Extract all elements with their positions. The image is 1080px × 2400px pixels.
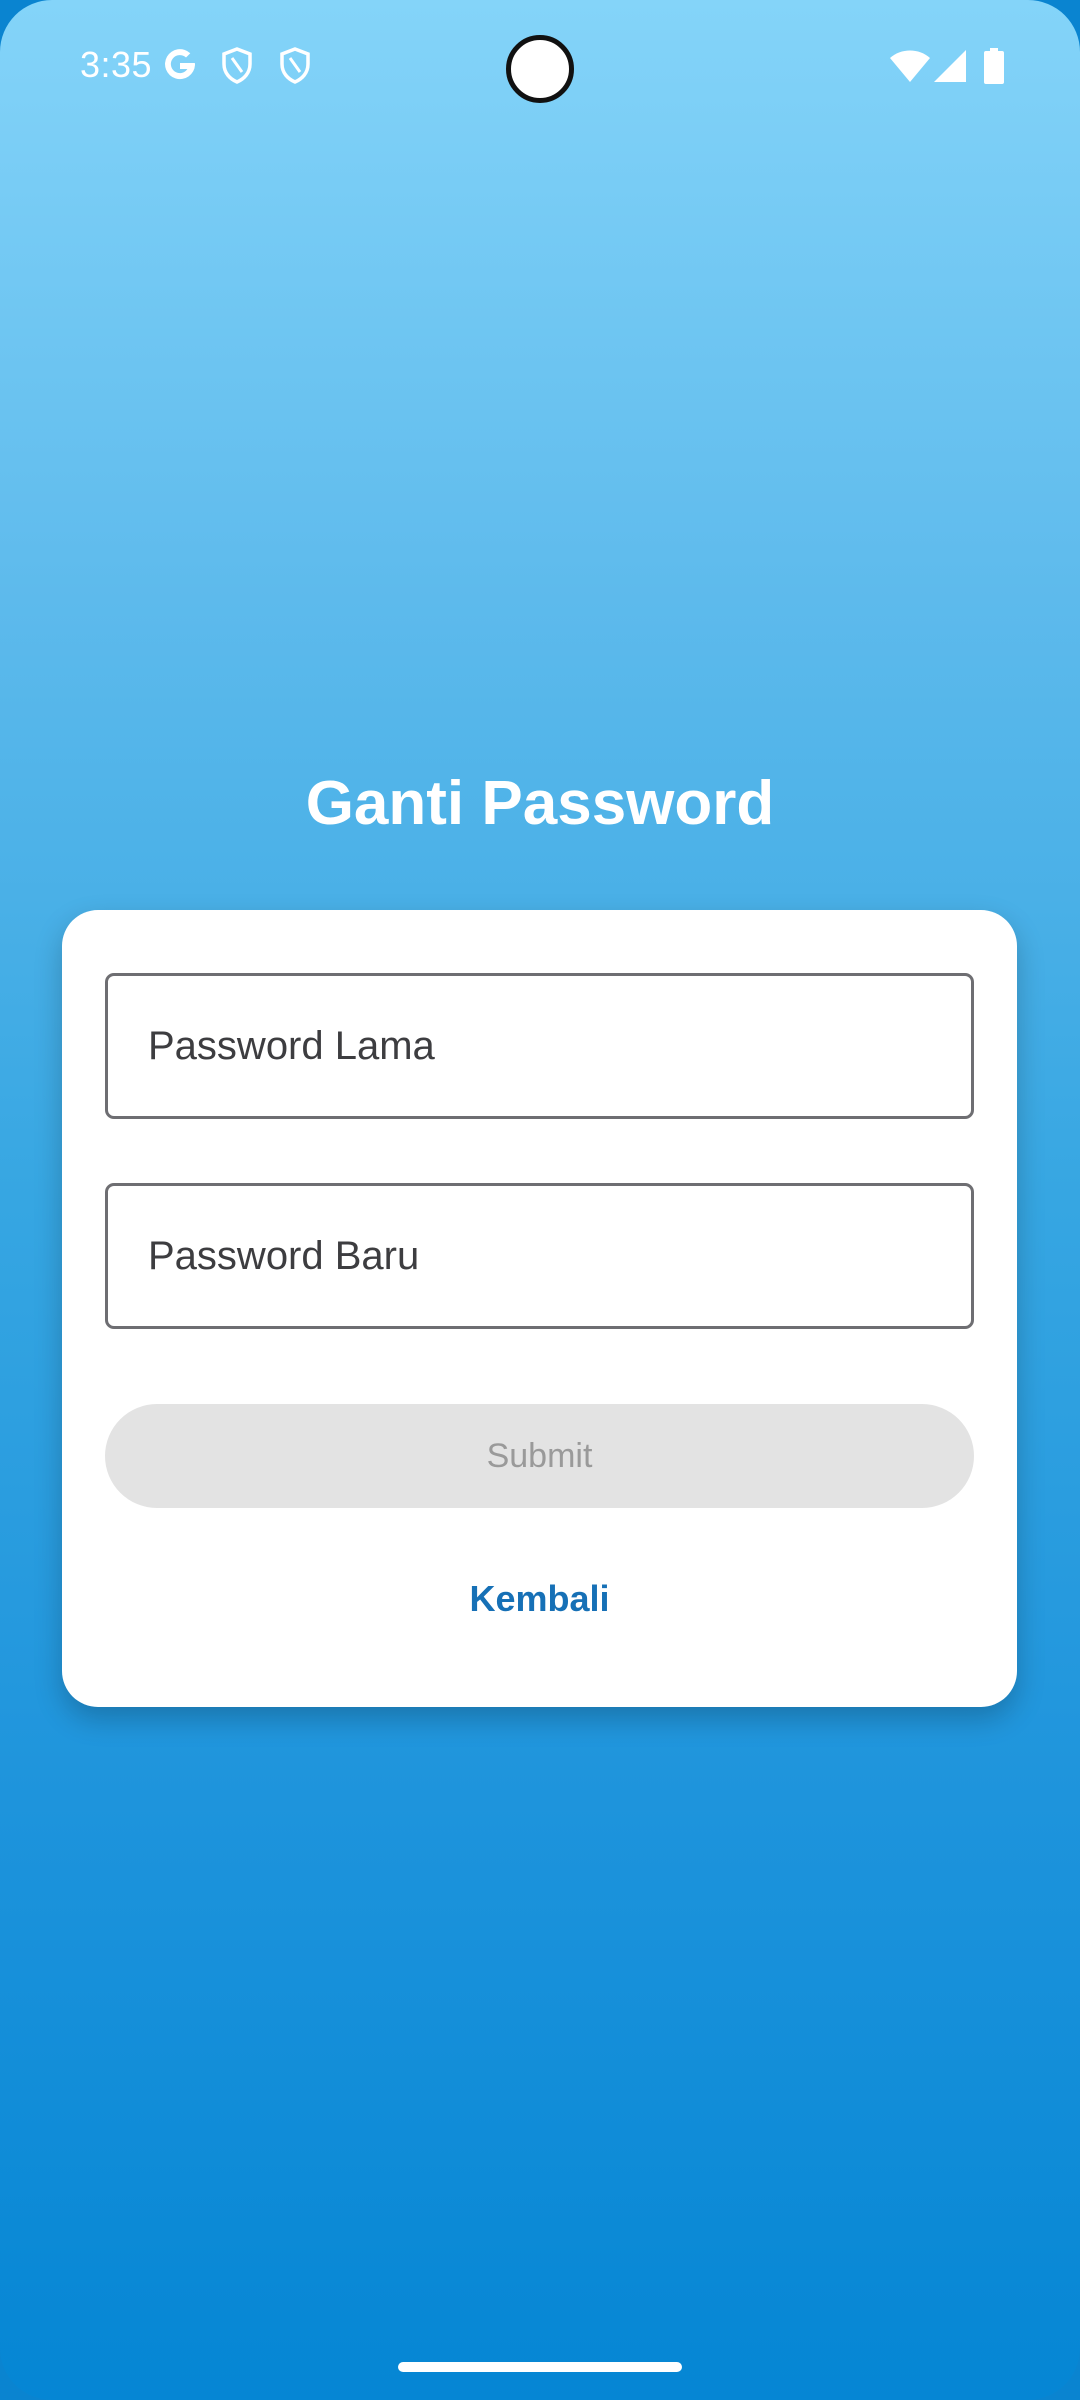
page-title: Ganti Password — [305, 769, 775, 838]
submit-button[interactable]: Submit — [105, 1404, 974, 1508]
shield-icon — [278, 46, 312, 89]
shield-icon — [220, 46, 254, 89]
old-password-field[interactable]: Password Lama — [105, 973, 974, 1119]
front-camera — [506, 35, 574, 103]
status-bar: 3:35 — [0, 0, 1080, 140]
old-password-placeholder: Password Lama — [148, 1023, 435, 1068]
status-time: 3:35 — [80, 44, 153, 85]
change-password-card: Password Lama Password Baru Submit Kemba… — [62, 910, 1017, 1707]
battery-icon — [984, 48, 1004, 89]
home-indicator[interactable] — [398, 2362, 682, 2372]
new-password-placeholder: Password Baru — [148, 1233, 420, 1278]
submit-button-label: Submit — [486, 1436, 593, 1475]
signal-icon — [934, 50, 966, 87]
screen: 3:35 Ganti Password Password Lama Passwo… — [0, 0, 1080, 2400]
new-password-field[interactable]: Password Baru — [105, 1183, 974, 1329]
back-link[interactable]: Kembali — [62, 1578, 1017, 1620]
google-icon — [162, 46, 198, 89]
wifi-icon — [890, 50, 930, 87]
